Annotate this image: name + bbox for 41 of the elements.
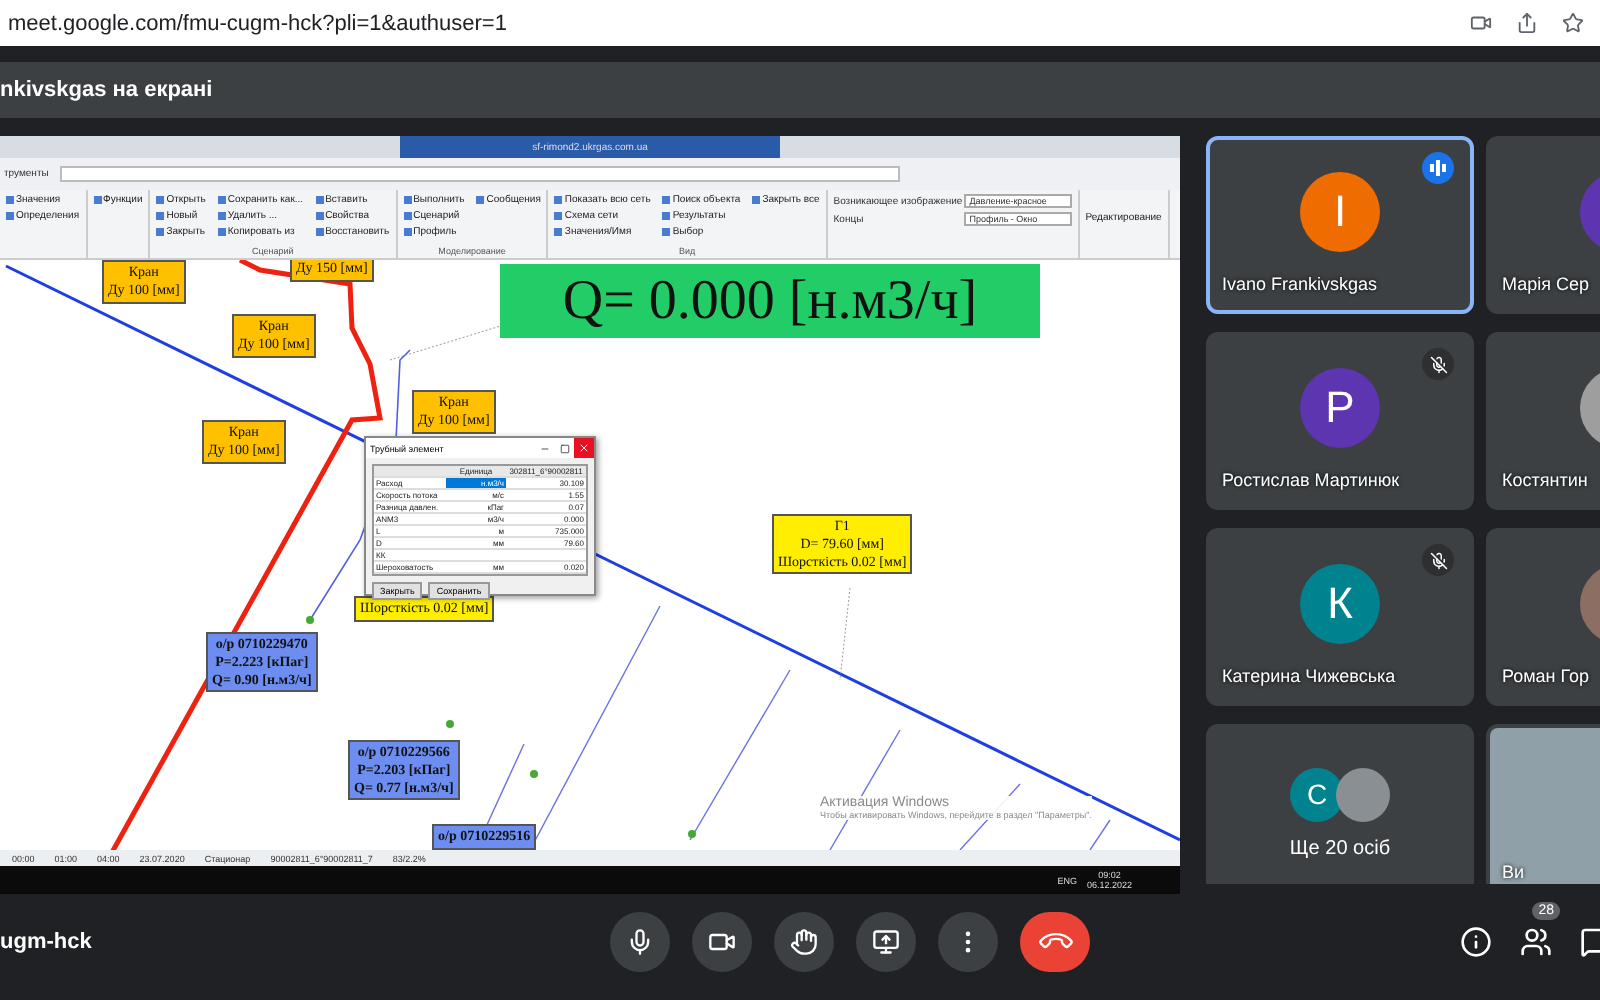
participant-name: Ви bbox=[1502, 862, 1525, 882]
participant-name: Костянтин bbox=[1502, 470, 1588, 490]
camera-icon bbox=[708, 928, 736, 956]
star-icon[interactable] bbox=[1562, 12, 1584, 34]
microphone-icon bbox=[626, 928, 654, 956]
raise-hand-button[interactable] bbox=[774, 912, 834, 972]
participant-name: Ростислав Мартинюк bbox=[1222, 470, 1400, 490]
camera-icon[interactable] bbox=[1470, 12, 1492, 34]
avatar: Р bbox=[1300, 367, 1380, 447]
avatar: С bbox=[1290, 767, 1344, 821]
avatar: К bbox=[1300, 563, 1380, 643]
participant-name: Ivano Frankivskgas bbox=[1222, 274, 1378, 294]
meeting-code: ugm-hck bbox=[0, 930, 94, 954]
close-icon[interactable] bbox=[574, 438, 594, 458]
present-button[interactable] bbox=[856, 912, 916, 972]
participant-tile[interactable]: С Ще 20 осіб bbox=[1206, 724, 1474, 884]
participant-tile[interactable]: Роман Гор bbox=[1486, 528, 1600, 706]
camera-button[interactable] bbox=[692, 912, 752, 972]
avatar: I bbox=[1300, 171, 1380, 251]
share-icon[interactable] bbox=[1516, 12, 1538, 34]
participant-tile[interactable]: I Ivano Frankivskgas bbox=[1206, 136, 1474, 314]
participant-tile[interactable]: Костянтин bbox=[1486, 332, 1600, 510]
participant-name: Ще 20 осіб bbox=[1289, 837, 1391, 859]
tool-icon bbox=[476, 196, 485, 204]
photo-placeholder bbox=[1336, 767, 1390, 821]
participant-name: Марія Сер bbox=[1502, 274, 1589, 294]
participant-tile[interactable]: Р Ростислав Мартинюк bbox=[1206, 332, 1474, 510]
info-icon[interactable] bbox=[1460, 926, 1492, 958]
flow-reading: Q= 0.000 [н.м3/ч] bbox=[500, 264, 1040, 338]
participant-name: Роман Гор bbox=[1502, 666, 1590, 686]
presenter-title: nkivskgas на екрані bbox=[0, 78, 213, 102]
tool-icon bbox=[93, 196, 102, 204]
screen-share-icon bbox=[872, 928, 900, 956]
participant-tile[interactable]: Марія Сер bbox=[1486, 136, 1600, 314]
hand-icon bbox=[790, 928, 818, 956]
participant-tile[interactable]: К Катерина Чижевська bbox=[1206, 528, 1474, 706]
participant-name: Катерина Чижевська bbox=[1222, 666, 1396, 686]
microphone-button[interactable] bbox=[610, 912, 670, 972]
tool-icon bbox=[752, 196, 761, 204]
end-call-button[interactable] bbox=[1020, 912, 1090, 972]
table-cell bbox=[374, 466, 446, 478]
